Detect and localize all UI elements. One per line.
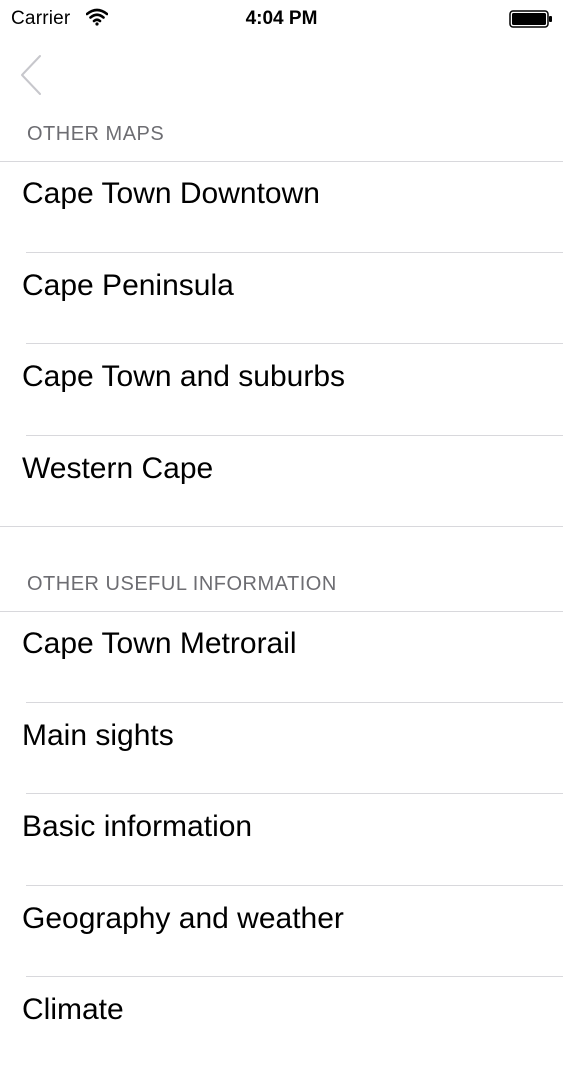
back-button[interactable] [10, 48, 54, 104]
list-item-label: Cape Town Downtown [22, 177, 320, 210]
divider [0, 526, 563, 527]
list-item-label: Main sights [22, 718, 174, 752]
list-item-cape-town-downtown[interactable]: Cape Town Downtown [0, 161, 563, 253]
list-item-western-cape[interactable]: Western Cape [0, 436, 563, 527]
navigation-bar [0, 38, 563, 114]
list-item-cape-town-and-suburbs[interactable]: Cape Town and suburbs [0, 344, 563, 436]
battery-icon [509, 10, 553, 28]
list-item-label: Cape Town and suburbs [22, 360, 345, 393]
list-item-climate[interactable]: Climate [0, 977, 563, 1069]
list-item-cape-town-metrorail[interactable]: Cape Town Metrorail [0, 611, 563, 703]
list-item-main-sights[interactable]: Main sights [0, 703, 563, 794]
list-item-label: Geography and weather [22, 901, 344, 935]
list-item-label: Western Cape [22, 451, 214, 485]
list-item-label: Basic information [22, 810, 253, 843]
clock-time: 4:04 PM [245, 8, 318, 29]
other-maps-list: Cape Town Downtown Cape Peninsula Cape T… [0, 161, 563, 527]
list-item-geography-and-weather[interactable]: Geography and weather [0, 886, 563, 977]
list-item-label: Cape Town Metrorail [22, 627, 297, 660]
chevron-left-icon [21, 55, 41, 95]
list-item-label: Cape Peninsula [22, 268, 234, 302]
list-item-label: Climate [22, 993, 124, 1026]
list-item-cape-peninsula[interactable]: Cape Peninsula [0, 253, 563, 344]
section-header-other-useful-information: OTHER USEFUL INFORMATION [27, 573, 337, 595]
status-bar: Carrier 4:04 PM [0, 0, 563, 38]
list-item-basic-information[interactable]: Basic information [0, 794, 563, 886]
section-header-other-maps: OTHER MAPS [27, 123, 165, 145]
